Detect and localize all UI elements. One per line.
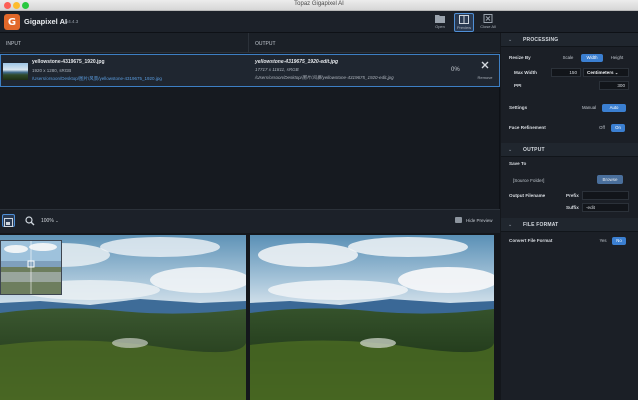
ppi-input[interactable]: 300 <box>599 81 629 90</box>
title-bar: Topaz Gigapixel AI <box>0 0 638 11</box>
chevron-down-icon: ⌄ <box>614 70 619 75</box>
prefix-input[interactable] <box>582 191 629 200</box>
preview-toolbar: 100% ⌄ Hide Preview <box>0 209 500 233</box>
resize-width-option[interactable]: Width <box>581 54 603 62</box>
hide-preview-icon <box>455 217 462 223</box>
output-title: OUTPUT <box>523 147 545 153</box>
app-header: G Gigapixel AI v4.4.3 Open Preview Close… <box>0 11 638 33</box>
save-to-label: Save To <box>509 161 527 166</box>
convert-no-option[interactable]: No <box>612 237 626 245</box>
window-title: Topaz Gigapixel AI <box>294 1 344 7</box>
input-dimensions: 1920 x 1280, sRGB <box>32 68 72 73</box>
split-view-icon <box>459 15 469 24</box>
output-section-header[interactable]: ⌄ OUTPUT <box>501 143 638 157</box>
folder-icon <box>435 15 445 23</box>
preview-button[interactable]: Preview <box>454 13 474 32</box>
close-all-label: Close All <box>480 24 496 29</box>
panel-empty-area <box>501 253 638 400</box>
resize-height-option[interactable]: Height <box>605 54 629 62</box>
navigator-icon <box>4 218 13 227</box>
prefix-label: Prefix <box>566 193 579 198</box>
output-path: /Users/orsoon/Desktop/图片/风景/yellowstone-… <box>255 75 394 80</box>
suffix-label: Suffix <box>566 205 579 210</box>
convert-file-format-label: Convert File Format <box>509 238 553 243</box>
settings-label: Settings <box>509 105 528 110</box>
input-column-header: INPUT <box>0 33 249 53</box>
open-label: Open <box>435 24 445 29</box>
chevron-down-icon: ⌄ <box>508 147 513 153</box>
image-queue: INPUT OUTPUT yellowstone-4319675_1920.jp… <box>0 33 500 209</box>
queue-row[interactable]: yellowstone-4319675_1920.jpg 1920 x 1280… <box>0 54 500 87</box>
file-format-title: FILE FORMAT <box>523 222 559 228</box>
remove-button[interactable]: Remove <box>475 57 495 80</box>
gigapixel-logo: G <box>4 14 20 30</box>
resize-scale-option[interactable]: Scale <box>558 54 578 62</box>
unit-value: Centimeters <box>587 70 614 75</box>
face-off-option[interactable]: Off <box>595 124 609 132</box>
chevron-down-icon: ⌄ <box>508 37 513 43</box>
app-name: Gigapixel AI <box>24 17 68 26</box>
close-all-icon <box>483 14 493 23</box>
settings-manual-option[interactable]: Manual <box>577 104 601 112</box>
settings-panel: ⌄ PROCESSING Resize By Scale Width Heigh… <box>501 33 638 400</box>
preview-label: Preview <box>456 25 472 30</box>
open-button[interactable]: Open <box>430 13 450 32</box>
output-column-header: OUTPUT <box>249 33 500 53</box>
output-filename-label: Output Filename <box>509 193 546 198</box>
landscape-image-processed <box>250 235 494 400</box>
output-dimensions: 17717 x 11811, sRGB <box>255 67 299 72</box>
zoom-icon[interactable] <box>25 216 35 226</box>
ppi-label: PPI <box>514 83 522 88</box>
navigator-toggle-button[interactable] <box>2 214 15 227</box>
chevron-down-icon: ⌄ <box>508 222 513 228</box>
navigator-panel[interactable] <box>0 240 62 295</box>
save-folder-value: [Source Folder] <box>513 178 545 183</box>
progress-percent: 0% <box>451 67 460 73</box>
input-thumbnail <box>3 63 28 80</box>
close-all-button[interactable]: Close All <box>478 13 498 32</box>
processing-title: PROCESSING <box>523 37 559 43</box>
app-window: Topaz Gigapixel AI G Gigapixel AI v4.4.3… <box>0 0 638 400</box>
browse-button[interactable]: Browse <box>597 175 623 184</box>
remove-label: Remove <box>477 75 493 80</box>
chevron-down-icon: ⌄ <box>55 218 59 223</box>
input-filename: yellowstone-4319675_1920.jpg <box>32 59 105 65</box>
settings-auto-option[interactable]: Auto <box>602 104 626 112</box>
max-width-label: Max Width <box>514 70 537 75</box>
hide-preview-button[interactable]: Hide Preview <box>466 218 493 223</box>
navigator-thumbnail <box>1 241 61 294</box>
processing-section-header[interactable]: ⌄ PROCESSING <box>501 33 638 47</box>
close-icon <box>481 61 489 69</box>
face-on-option[interactable]: On <box>611 124 625 132</box>
resize-by-label: Resize By <box>509 55 531 60</box>
file-format-section-header[interactable]: ⌄ FILE FORMAT <box>501 218 638 232</box>
input-path[interactable]: /Users/orsoon/Desktop/图片/风景/yellowstone-… <box>32 76 162 82</box>
zoom-value: 100% <box>41 218 54 224</box>
face-refinement-label: Face Refinement <box>509 125 546 130</box>
suffix-input[interactable]: -edit <box>582 203 629 212</box>
app-version: v4.4.3 <box>66 19 79 24</box>
processed-preview[interactable] <box>250 235 494 400</box>
zoom-select[interactable]: 100% ⌄ <box>41 218 59 224</box>
unit-select[interactable]: Centimeters ⌄ <box>583 68 629 77</box>
output-filename: yellowstone-4319675_1920-edit.jpg <box>255 59 339 65</box>
max-width-input[interactable]: 150 <box>551 68 581 77</box>
convert-yes-option[interactable]: Yes <box>596 237 610 245</box>
